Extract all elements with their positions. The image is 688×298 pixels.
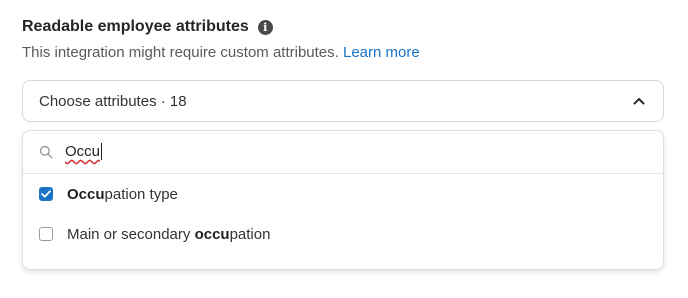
title-row: Readable employee attributes i bbox=[22, 16, 420, 38]
option-occupation-type[interactable]: Occupation type bbox=[23, 174, 663, 214]
learn-more-link[interactable]: Learn more bbox=[343, 44, 420, 61]
select-label: Choose attributes · 18 bbox=[39, 92, 187, 110]
search-row[interactable]: Occu bbox=[23, 131, 663, 174]
option-rest-text: pation type bbox=[104, 185, 178, 203]
attributes-dropdown: Occu Occupation type Main or secondary o… bbox=[22, 130, 664, 270]
search-input[interactable]: Occu bbox=[65, 143, 103, 161]
chevron-up-icon[interactable] bbox=[631, 93, 647, 109]
option-main-or-secondary-occupation[interactable]: Main or secondary occupation bbox=[23, 214, 663, 254]
option-match-text: occu bbox=[194, 225, 230, 243]
text-caret bbox=[101, 143, 103, 161]
option-label: Main or secondary occupation bbox=[67, 226, 270, 243]
checkbox-unchecked[interactable] bbox=[39, 227, 53, 241]
option-match-text: Occu bbox=[67, 185, 105, 203]
info-icon[interactable]: i bbox=[257, 19, 273, 35]
search-value: Occu bbox=[65, 143, 101, 160]
subtitle-text: This integration might require custom at… bbox=[22, 44, 343, 61]
section-header: Readable employee attributes i This inte… bbox=[22, 16, 420, 61]
option-prefix-text: Main or secondary bbox=[67, 225, 195, 243]
attributes-select[interactable]: Choose attributes · 18 bbox=[22, 80, 664, 122]
section-title: Readable employee attributes bbox=[22, 18, 249, 35]
option-label: Occupation type bbox=[67, 186, 178, 203]
section-subtitle: This integration might require custom at… bbox=[22, 44, 420, 61]
checkbox-checked[interactable] bbox=[39, 187, 53, 201]
search-icon bbox=[39, 145, 53, 159]
option-rest-text: pation bbox=[229, 225, 271, 243]
